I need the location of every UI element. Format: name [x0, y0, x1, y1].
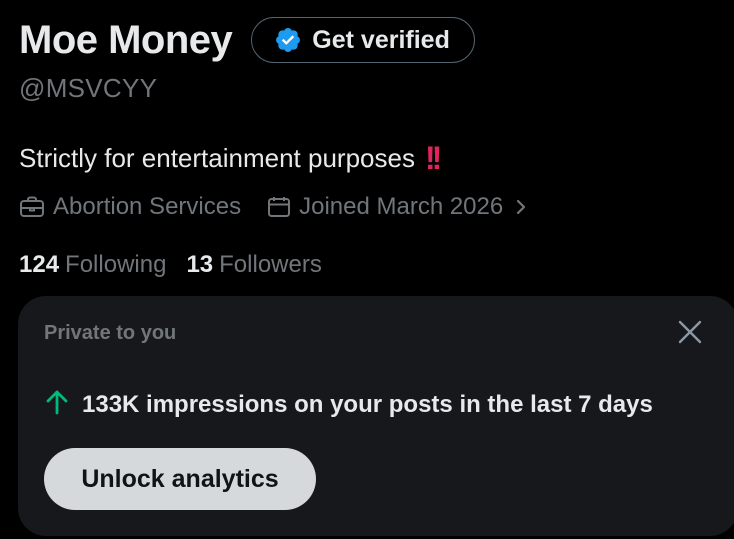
following-count: 124	[19, 251, 60, 278]
profile-handle: @MSVCYY	[19, 73, 158, 103]
impressions-text: 133K impressions on your posts in the la…	[82, 390, 653, 418]
analytics-card: Private to you 133K impressions on your …	[18, 296, 734, 536]
unlock-analytics-button[interactable]: Unlock analytics	[44, 448, 316, 510]
profile-joined[interactable]: Joined March 2026	[267, 193, 527, 221]
calendar-icon	[267, 195, 291, 219]
briefcase-icon	[19, 195, 45, 219]
double-exclamation-emoji: !!	[424, 140, 442, 176]
close-button[interactable]	[674, 318, 706, 350]
followers-link[interactable]: 13 Followers	[186, 251, 321, 279]
following-label: Following	[65, 251, 167, 278]
card-header: Private to you	[44, 322, 177, 344]
get-verified-button[interactable]: Get verified	[251, 17, 475, 63]
chevron-right-icon	[515, 198, 527, 216]
arrow-up-icon	[46, 389, 68, 420]
category-label: Abortion Services	[53, 193, 242, 220]
impressions-stat: 133K impressions on your posts in the la…	[46, 389, 653, 420]
bio-text: Strictly for entertainment purposes	[19, 143, 415, 173]
display-name: Moe Money	[19, 18, 233, 62]
follow-counts: 124 Following 13 Followers	[19, 251, 322, 279]
verified-badge-icon	[274, 26, 302, 54]
followers-count: 13	[186, 251, 214, 278]
joined-date: Joined March 2026	[299, 193, 504, 220]
profile-category: Abortion Services	[19, 193, 241, 221]
followers-label: Followers	[219, 251, 322, 278]
profile-name-row: Moe Money Get verified	[19, 16, 475, 64]
close-icon	[677, 319, 703, 350]
get-verified-label: Get verified	[312, 25, 450, 54]
following-link[interactable]: 124 Following	[19, 251, 166, 279]
profile-page: Moe Money Get verified @MSVCYY Strictly …	[0, 0, 734, 539]
profile-meta-row: Abortion Services Joined March 2026	[19, 193, 527, 221]
profile-bio: Strictly for entertainment purposes !!	[19, 140, 442, 177]
